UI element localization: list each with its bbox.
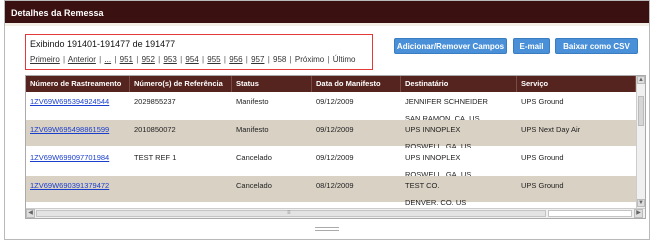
reference-cell: TEST REF 1: [134, 153, 177, 162]
separator: |: [136, 55, 139, 64]
service-cell: UPS Next Day Air: [521, 125, 581, 134]
recipient-name: UPS INNOPLEX: [405, 153, 461, 162]
column-header-service[interactable]: Serviço: [517, 76, 636, 92]
page-link-955[interactable]: 955: [207, 55, 220, 64]
page-link-952[interactable]: 952: [142, 55, 155, 64]
service-cell: UPS Ground: [521, 97, 564, 106]
pagination-box: Exibindo 191401-191477 de 191477 Primeir…: [25, 34, 373, 70]
tracking-number-link[interactable]: 1ZV69W695498861599: [30, 125, 109, 134]
status-cell: Cancelado: [236, 181, 272, 190]
tracking-number-link[interactable]: 1ZV69W690391379472: [30, 181, 109, 190]
separator: |: [201, 55, 205, 64]
column-header-recipient[interactable]: Destinatário: [401, 76, 517, 92]
column-header-manifest-date[interactable]: Data do Manifesto: [312, 76, 401, 92]
manifest-date-cell: 08/12/2009: [316, 181, 354, 190]
page-link-956[interactable]: 956: [229, 55, 242, 64]
horizontal-scroll-thumb[interactable]: ≡: [36, 210, 546, 217]
tracking-number-cell: 1ZV69W695498861599: [26, 125, 130, 137]
shipment-details-panel: Detalhes da Remessa Exibindo 191401-1914…: [4, 0, 650, 240]
recipient-cell: TEST CO. DENVER, CO, US: [401, 179, 517, 205]
scroll-up-arrow-icon[interactable]: ▲: [637, 76, 645, 84]
pagination-links: Primeiro | Anterior | ... | 951 | 952 | …: [30, 55, 355, 64]
next-page-label: Próximo: [294, 55, 325, 64]
recipient-cell: UPS INNOPLEX ROSWELL, GA, US: [401, 151, 517, 177]
recipient-cell: UPS INNOPLEX ROSWELL, GA, US: [401, 123, 517, 149]
service-cell: UPS Ground: [521, 181, 564, 190]
separator: |: [114, 55, 117, 64]
tracking-number-link[interactable]: 1ZV69W695394924544: [30, 97, 109, 106]
separator: |: [289, 55, 292, 64]
recipient-name: JENNIFER SCHNEIDER: [405, 97, 488, 106]
reference-cell: [130, 181, 232, 193]
status-cell: Cancelado: [236, 153, 272, 162]
manifest-date-cell: 09/12/2009: [316, 97, 354, 106]
scroll-left-arrow-icon[interactable]: ◀: [26, 209, 35, 218]
vertical-scroll-thumb[interactable]: [638, 96, 644, 126]
recipient-name: TEST CO.: [405, 181, 440, 190]
vertical-scrollbar[interactable]: ▲ ▼: [636, 76, 645, 208]
panel-resize-handle[interactable]: [315, 227, 339, 231]
current-page: 958: [273, 55, 287, 64]
scroll-right-arrow-icon[interactable]: ▶: [634, 209, 643, 218]
page-link-953[interactable]: 953: [163, 55, 176, 64]
reference-cell: 2029855237: [134, 97, 176, 106]
recipient-cell: JENNIFER SCHNEIDER SAN RAMON, CA, US: [401, 95, 517, 121]
separator: |: [99, 55, 102, 64]
tracking-number-cell: 1ZV69W690391379472: [26, 181, 130, 193]
download-csv-button[interactable]: Baixar como CSV: [555, 38, 638, 54]
panel-title-bar: Detalhes da Remessa: [5, 1, 649, 26]
last-page-label: Último: [332, 55, 356, 64]
more-pages-link[interactable]: ...: [104, 55, 111, 64]
separator: |: [180, 55, 183, 64]
horizontal-scrollbar[interactable]: ◀ ≡ ▶: [26, 208, 645, 218]
manifest-date-cell: 09/12/2009: [316, 125, 354, 134]
separator: |: [245, 55, 248, 64]
status-cell: Manifesto: [236, 125, 269, 134]
reference-cell: 2010850072: [134, 125, 176, 134]
recipient-city: DENVER, CO, US: [405, 198, 467, 205]
column-header-status[interactable]: Status: [232, 76, 312, 92]
separator: |: [63, 55, 66, 64]
tracking-number-link[interactable]: 1ZV69W699097701984: [30, 153, 109, 162]
tracking-number-cell: 1ZV69W695394924544: [26, 97, 130, 109]
scroll-grip-icon: ≡: [287, 210, 291, 216]
column-header-tracking[interactable]: Número de Rastreamento: [26, 76, 130, 92]
recipient-name: UPS INNOPLEX: [405, 125, 461, 134]
shipments-table: Número de Rastreamento Número(s) de Refe…: [25, 75, 646, 219]
page-link-951[interactable]: 951: [120, 55, 133, 64]
table-header: Número de Rastreamento Número(s) de Refe…: [26, 76, 636, 92]
manifest-date-cell: 09/12/2009: [316, 153, 354, 162]
page-link-957[interactable]: 957: [251, 55, 264, 64]
table-row: 1ZV69W695498861599 2010850072 Manifesto …: [26, 120, 636, 149]
table-row: 1ZV69W690391379472 Cancelado 08/12/2009 …: [26, 176, 636, 205]
status-cell: Manifesto: [236, 97, 269, 106]
first-page-link[interactable]: Primeiro: [30, 55, 60, 64]
separator: |: [158, 55, 161, 64]
separator: |: [267, 55, 270, 64]
column-header-reference[interactable]: Número(s) de Referência: [130, 76, 232, 92]
panel-title: Detalhes da Remessa: [11, 8, 104, 18]
service-cell: UPS Ground: [521, 153, 564, 162]
add-remove-fields-button[interactable]: Adicionar/Remover Campos: [394, 38, 507, 54]
email-button[interactable]: E-mail: [513, 38, 550, 54]
separator: |: [223, 55, 226, 64]
table-row: 1ZV69W695394924544 2029855237 Manifesto …: [26, 92, 636, 121]
separator: |: [327, 55, 330, 64]
horizontal-scroll-track[interactable]: [548, 210, 632, 217]
page-link-954[interactable]: 954: [185, 55, 198, 64]
table-row: 1ZV69W699097701984 TEST REF 1 Cancelado …: [26, 148, 636, 177]
tracking-number-cell: 1ZV69W699097701984: [26, 153, 130, 165]
scroll-down-arrow-icon[interactable]: ▼: [637, 199, 645, 207]
previous-page-link[interactable]: Anterior: [68, 55, 96, 64]
results-count: Exibindo 191401-191477 de 191477: [30, 39, 176, 49]
